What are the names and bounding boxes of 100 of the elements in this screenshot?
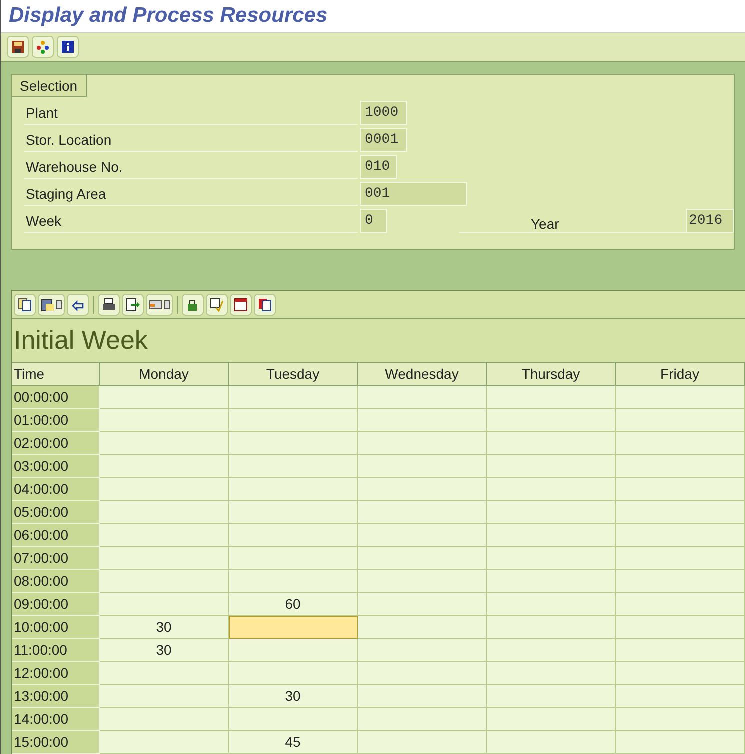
table-cell[interactable]	[616, 432, 745, 455]
table-cell[interactable]	[487, 409, 616, 432]
table-cell[interactable]	[100, 685, 229, 708]
table-cell[interactable]	[100, 524, 229, 547]
paste-button[interactable]	[38, 294, 65, 316]
table-cell[interactable]	[100, 432, 229, 455]
table-cell[interactable]	[358, 662, 487, 685]
table-cell[interactable]	[487, 432, 616, 455]
input-field[interactable]: 2016	[686, 209, 734, 233]
print-button[interactable]	[98, 294, 120, 316]
table-cell[interactable]	[358, 639, 487, 662]
table-cell[interactable]	[100, 662, 229, 685]
table-cell[interactable]	[100, 409, 229, 432]
field-label: Staging Area	[24, 182, 358, 206]
table-cell[interactable]	[229, 409, 358, 432]
table-cell[interactable]	[616, 685, 745, 708]
table-cell[interactable]	[487, 455, 616, 478]
table-cell[interactable]	[229, 570, 358, 593]
table-cell[interactable]	[616, 616, 745, 639]
table-cell[interactable]	[229, 639, 358, 662]
table-cell[interactable]	[229, 616, 358, 639]
table-cell[interactable]	[487, 501, 616, 524]
table-cell[interactable]	[229, 455, 358, 478]
table-cell[interactable]	[487, 639, 616, 662]
table-cell[interactable]: 30	[100, 616, 229, 639]
table-cell[interactable]	[487, 731, 616, 754]
table-cell[interactable]	[100, 593, 229, 616]
input-field[interactable]: 1000	[360, 101, 407, 125]
table-cell[interactable]	[100, 547, 229, 570]
table-cell[interactable]	[616, 386, 745, 409]
table-cell[interactable]	[616, 501, 745, 524]
table-cell[interactable]	[100, 708, 229, 731]
table-cell[interactable]	[616, 662, 745, 685]
table-cell[interactable]	[616, 409, 745, 432]
table-cell[interactable]	[358, 432, 487, 455]
calendar-button[interactable]	[230, 294, 252, 316]
info-button[interactable]	[57, 36, 79, 58]
table-cell[interactable]	[358, 409, 487, 432]
table-cell[interactable]	[616, 524, 745, 547]
table-cell[interactable]: 60	[229, 593, 358, 616]
save-button[interactable]	[7, 36, 29, 58]
table-cell[interactable]	[358, 547, 487, 570]
undo-button[interactable]	[67, 294, 89, 316]
table-cell[interactable]	[358, 570, 487, 593]
hierarchy-button[interactable]	[32, 36, 54, 58]
table-cell[interactable]	[487, 386, 616, 409]
table-cell[interactable]	[229, 478, 358, 501]
window-button[interactable]	[254, 294, 276, 316]
table-cell[interactable]	[358, 731, 487, 754]
table-cell[interactable]	[229, 386, 358, 409]
layout-button[interactable]	[146, 294, 173, 316]
input-field[interactable]: 0	[360, 209, 387, 233]
export-button[interactable]	[122, 294, 144, 316]
table-cell[interactable]	[616, 570, 745, 593]
table-cell[interactable]	[487, 547, 616, 570]
input-field[interactable]: 001	[360, 182, 467, 206]
table-cell[interactable]	[229, 501, 358, 524]
table-cell[interactable]	[229, 708, 358, 731]
table-cell[interactable]	[358, 478, 487, 501]
table-cell[interactable]	[616, 547, 745, 570]
lock-button[interactable]	[182, 294, 204, 316]
table-cell[interactable]	[358, 524, 487, 547]
table-cell[interactable]	[487, 662, 616, 685]
calendar-check-button[interactable]	[206, 294, 228, 316]
input-field[interactable]: 0001	[360, 128, 407, 152]
table-cell[interactable]	[358, 708, 487, 731]
table-cell[interactable]	[100, 386, 229, 409]
table-cell[interactable]	[616, 455, 745, 478]
table-cell[interactable]	[358, 455, 487, 478]
table-cell[interactable]	[229, 547, 358, 570]
table-cell[interactable]	[616, 593, 745, 616]
table-cell[interactable]	[358, 616, 487, 639]
input-field[interactable]: 010	[360, 155, 397, 179]
table-cell[interactable]	[229, 524, 358, 547]
table-cell[interactable]	[487, 616, 616, 639]
table-cell[interactable]	[487, 708, 616, 731]
table-cell[interactable]	[358, 593, 487, 616]
table-cell[interactable]: 30	[100, 639, 229, 662]
table-cell[interactable]	[616, 731, 745, 754]
table-cell[interactable]	[100, 478, 229, 501]
table-cell[interactable]	[100, 731, 229, 754]
table-cell[interactable]	[100, 455, 229, 478]
table-cell[interactable]	[487, 478, 616, 501]
copy-button[interactable]	[14, 294, 36, 316]
table-cell[interactable]	[616, 639, 745, 662]
table-cell[interactable]	[229, 432, 358, 455]
table-cell[interactable]	[616, 478, 745, 501]
table-cell[interactable]	[616, 708, 745, 731]
table-cell[interactable]	[358, 501, 487, 524]
table-cell[interactable]	[100, 570, 229, 593]
table-cell[interactable]: 45	[229, 731, 358, 754]
table-cell[interactable]	[487, 685, 616, 708]
table-cell[interactable]	[487, 524, 616, 547]
table-cell[interactable]	[358, 386, 487, 409]
table-cell[interactable]	[100, 501, 229, 524]
table-cell[interactable]	[487, 570, 616, 593]
table-cell[interactable]: 30	[229, 685, 358, 708]
table-cell[interactable]	[487, 593, 616, 616]
table-cell[interactable]	[358, 685, 487, 708]
table-cell[interactable]	[229, 662, 358, 685]
